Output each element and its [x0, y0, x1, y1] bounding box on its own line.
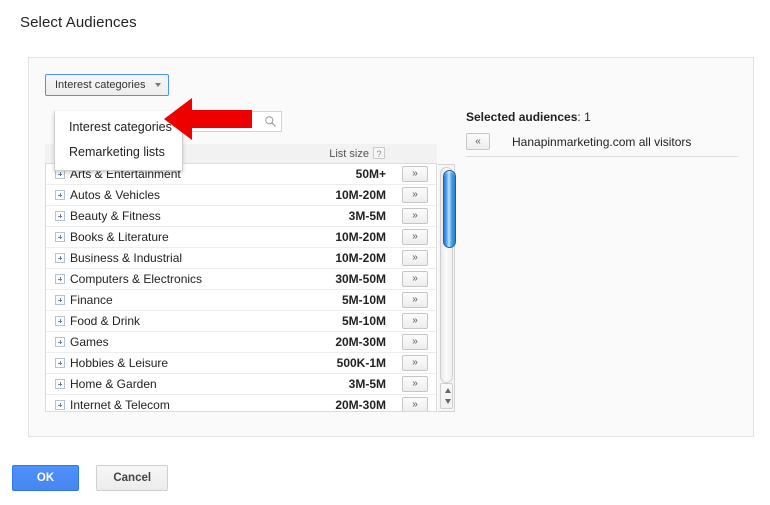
table-row[interactable]: Home & Garden 3M-5M » — [46, 374, 436, 395]
add-audience-button[interactable]: » — [402, 355, 428, 371]
selected-audience-name: Hanapinmarketing.com all visitors — [512, 135, 692, 149]
table-row[interactable]: Games 20M-30M » — [46, 332, 436, 353]
table-row[interactable]: Food & Drink 5M-10M » — [46, 311, 436, 332]
selected-audiences-column: Selected audiences: 1 « Hanapinmarketing.… — [466, 110, 738, 157]
category-name: Internet & Telecom — [70, 398, 170, 412]
plus-box-icon[interactable] — [55, 211, 65, 221]
category-name: Business & Industrial — [70, 251, 183, 265]
add-audience-button[interactable]: » — [402, 187, 428, 203]
category-name: Hobbies & Leisure — [70, 356, 169, 370]
table-row[interactable]: Finance 5M-10M » — [46, 290, 436, 311]
category-list-size: 20M-30M — [335, 335, 386, 349]
plus-box-icon[interactable] — [55, 274, 65, 284]
category-list-size: 10M-20M — [335, 188, 386, 202]
cancel-button[interactable]: Cancel — [96, 465, 169, 491]
category-list-size: 3M-5M — [348, 209, 386, 223]
list-size-column-header: List size — [329, 148, 369, 160]
add-audience-button[interactable]: » — [402, 271, 428, 287]
category-name: Books & Literature — [70, 230, 169, 244]
category-list-size: 5M-10M — [341, 314, 386, 328]
plus-box-icon[interactable] — [55, 253, 65, 263]
dropdown-menu-item[interactable]: Remarketing lists — [55, 140, 182, 165]
audience-type-dropdown-menu[interactable]: Interest categories Remarketing lists — [54, 111, 183, 171]
add-audience-button[interactable]: » — [402, 397, 428, 411]
category-name: Computers & Electronics — [70, 272, 203, 286]
category-name: Games — [70, 335, 109, 349]
audience-type-dropdown-label: Interest categories — [55, 79, 146, 91]
list-scrollbar[interactable] — [438, 164, 456, 412]
interest-categories-list[interactable]: Arts & Entertainment 50M+» Autos & Vehicle… — [45, 164, 437, 412]
help-icon[interactable]: ? — [373, 147, 385, 159]
table-row[interactable]: Autos & Vehicles 10M-20M » — [46, 185, 436, 206]
dropdown-menu-item-label: Interest categories — [69, 120, 172, 134]
category-list-size: 500K-1M — [336, 356, 386, 370]
add-audience-button[interactable]: » — [402, 292, 428, 308]
ok-button[interactable]: OK — [12, 465, 79, 491]
selected-audiences-label: Selected audiences — [466, 110, 578, 124]
audience-selector-panel: Interest categories List size ? Arts & E… — [28, 57, 754, 437]
triangle-up-icon[interactable] — [444, 388, 451, 393]
plus-box-icon[interactable] — [55, 190, 65, 200]
category-list-size: 3M-5M — [348, 377, 386, 391]
search-icon — [265, 116, 276, 127]
triangle-down-icon[interactable] — [444, 399, 451, 404]
available-audiences-column: Interest categories List size ? Arts & E… — [45, 74, 456, 412]
plus-box-icon[interactable] — [55, 358, 65, 368]
plus-box-icon[interactable] — [55, 295, 65, 305]
add-audience-button[interactable]: » — [402, 313, 428, 329]
selected-audiences-count: 1 — [584, 110, 591, 124]
plus-box-icon[interactable] — [55, 400, 65, 410]
add-audience-button[interactable]: » — [402, 334, 428, 350]
category-list-size: 10M-20M — [335, 230, 386, 244]
remove-audience-button[interactable]: « — [466, 133, 490, 150]
plus-box-icon[interactable] — [55, 379, 65, 389]
audience-search-box[interactable] — [174, 111, 282, 132]
category-name: Beauty & Fitness — [70, 209, 161, 223]
dropdown-menu-item[interactable]: Interest categories — [55, 115, 182, 140]
table-row[interactable]: Business & Industrial 10M-20M » — [46, 248, 436, 269]
page-title: Select Audiences — [20, 14, 137, 31]
dialog-footer: OK Cancel — [12, 465, 169, 491]
category-list-size: 10M-20M — [335, 251, 386, 265]
add-audience-button[interactable]: » — [402, 208, 428, 224]
scrollbar-track[interactable] — [440, 167, 456, 383]
category-name: Home & Garden — [70, 377, 157, 391]
add-audience-button[interactable]: » — [402, 250, 428, 266]
add-audience-button[interactable]: » — [402, 376, 428, 392]
list-item: « Hanapinmarketing.com all visitors — [466, 132, 738, 157]
table-row[interactable]: Internet & Telecom 20M-30M » — [46, 395, 436, 412]
plus-box-icon[interactable] — [55, 337, 65, 347]
category-list-size: 30M-50M — [335, 272, 386, 286]
add-audience-button[interactable]: » — [402, 166, 428, 182]
scrollbar-arrow-buttons[interactable] — [440, 383, 453, 409]
add-audience-button[interactable]: » — [402, 229, 428, 245]
table-row[interactable]: Computers & Electronics 30M-50M » — [46, 269, 436, 290]
category-list-size: 5M-10M — [341, 293, 386, 307]
table-row[interactable]: Hobbies & Leisure 500K-1M » — [46, 353, 436, 374]
dropdown-menu-item-label: Remarketing lists — [69, 145, 165, 159]
table-row[interactable]: Beauty & Fitness 3M-5M » — [46, 206, 436, 227]
category-name: Finance — [70, 293, 113, 307]
selected-audiences-title: Selected audiences: 1 — [466, 110, 591, 124]
chevron-down-icon — [154, 83, 161, 87]
audience-type-dropdown-button[interactable]: Interest categories — [45, 74, 169, 96]
search-input[interactable] — [175, 112, 266, 131]
category-name: Food & Drink — [70, 314, 141, 328]
table-row[interactable]: Books & Literature 10M-20M » — [46, 227, 436, 248]
plus-box-icon[interactable] — [55, 232, 65, 242]
category-name: Autos & Vehicles — [70, 188, 161, 202]
plus-box-icon[interactable] — [55, 316, 65, 326]
scrollbar-thumb[interactable] — [443, 170, 456, 248]
selected-audiences-list: « Hanapinmarketing.com all visitors — [466, 132, 738, 157]
category-list-size: 50M+ — [355, 167, 386, 181]
category-list-size: 20M-30M — [335, 398, 386, 412]
